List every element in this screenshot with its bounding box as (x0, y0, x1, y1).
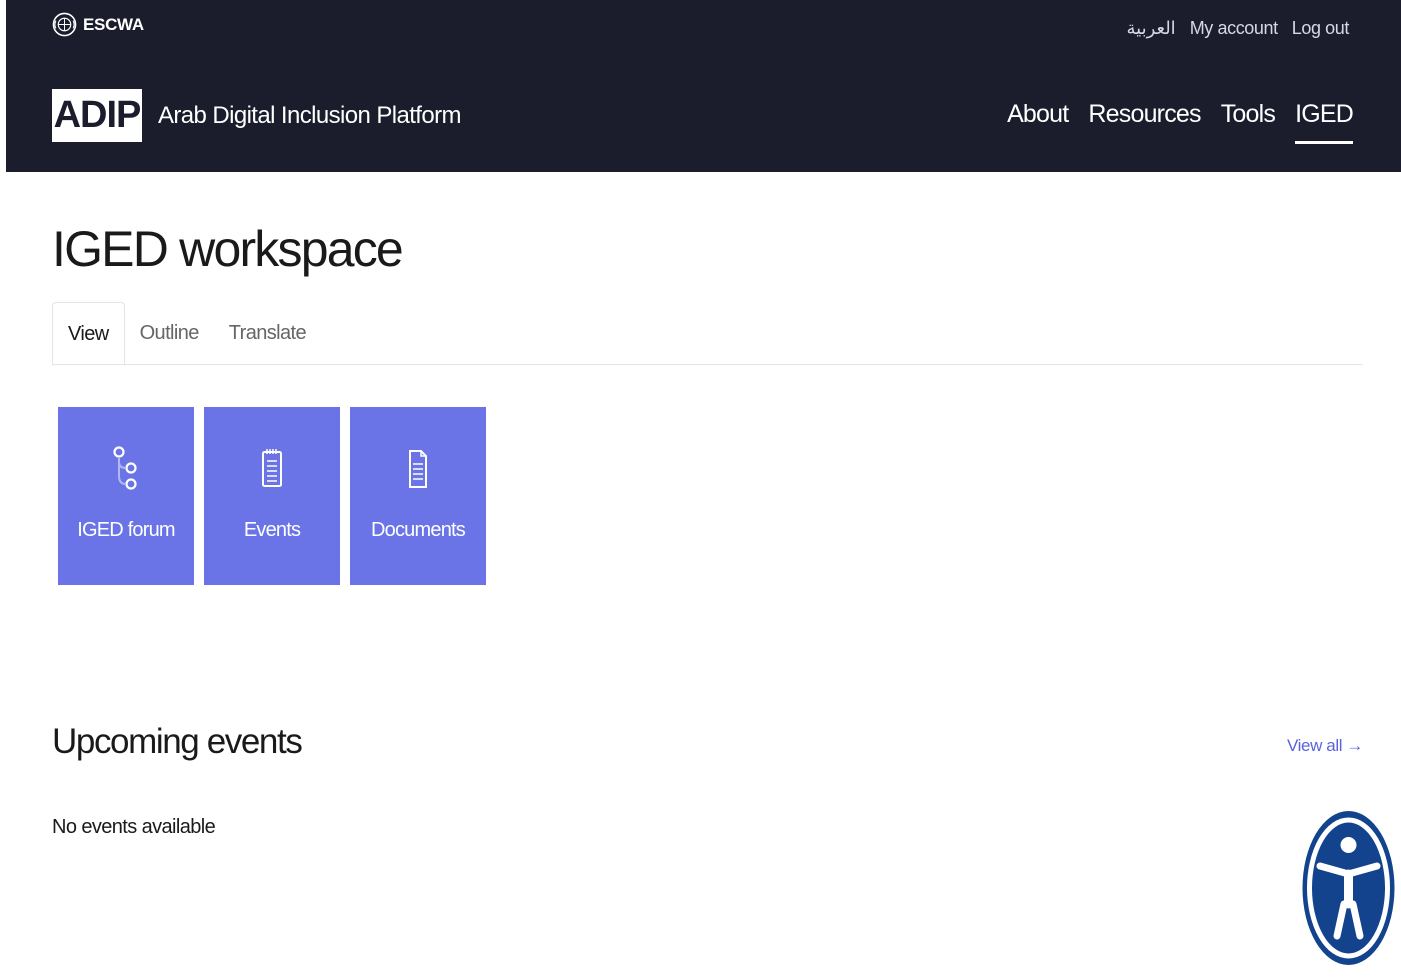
un-emblem-icon (52, 12, 77, 37)
accessibility-icon (1302, 811, 1395, 965)
accessibility-button[interactable] (1300, 808, 1397, 968)
tile-events[interactable]: Events (204, 407, 340, 585)
nav-tools[interactable]: Tools (1221, 100, 1276, 141)
escwa-brand[interactable]: ESCWA (52, 12, 144, 37)
language-arabic-link[interactable]: العربية (1126, 18, 1176, 39)
nav-resources[interactable]: Resources (1088, 100, 1201, 141)
logout-link[interactable]: Log out (1292, 18, 1350, 39)
tile-label: IGED forum (77, 519, 175, 541)
tile-label: Documents (371, 519, 466, 541)
adip-logo: ADIP (52, 89, 142, 142)
workspace-tiles: IGED forum Events Documents (58, 407, 486, 585)
tile-documents[interactable]: Documents (350, 407, 486, 585)
forum-network-icon (113, 445, 139, 493)
no-events-message: No events available (52, 816, 216, 838)
platform-name: Arab Digital Inclusion Platform (158, 101, 461, 129)
org-name: ESCWA (83, 14, 144, 34)
tab-view[interactable]: View (52, 302, 125, 366)
platform-brand[interactable]: ADIP Arab Digital Inclusion Platform (52, 89, 461, 142)
utility-nav: العربية My account Log out (1126, 18, 1349, 39)
events-notepad-icon (261, 445, 283, 493)
nav-about[interactable]: About (1007, 100, 1069, 141)
tab-translate[interactable]: Translate (214, 302, 321, 365)
document-icon (407, 445, 429, 493)
tile-label: Events (243, 519, 301, 541)
view-all-link[interactable]: View all → (1287, 736, 1363, 756)
upcoming-events-title: Upcoming events (52, 722, 303, 761)
my-account-link[interactable]: My account (1190, 18, 1278, 39)
main-nav: About Resources Tools IGED (1007, 100, 1354, 144)
nav-iged[interactable]: IGED (1295, 100, 1354, 144)
tile-iged-forum[interactable]: IGED forum (58, 407, 194, 585)
tab-outline[interactable]: Outline (125, 302, 214, 365)
page-title: IGED workspace (52, 221, 404, 277)
site-header: ESCWA العربية My account Log out ADIP Ar… (6, 0, 1401, 172)
tab-bar: View Outline Translate (52, 302, 1363, 366)
